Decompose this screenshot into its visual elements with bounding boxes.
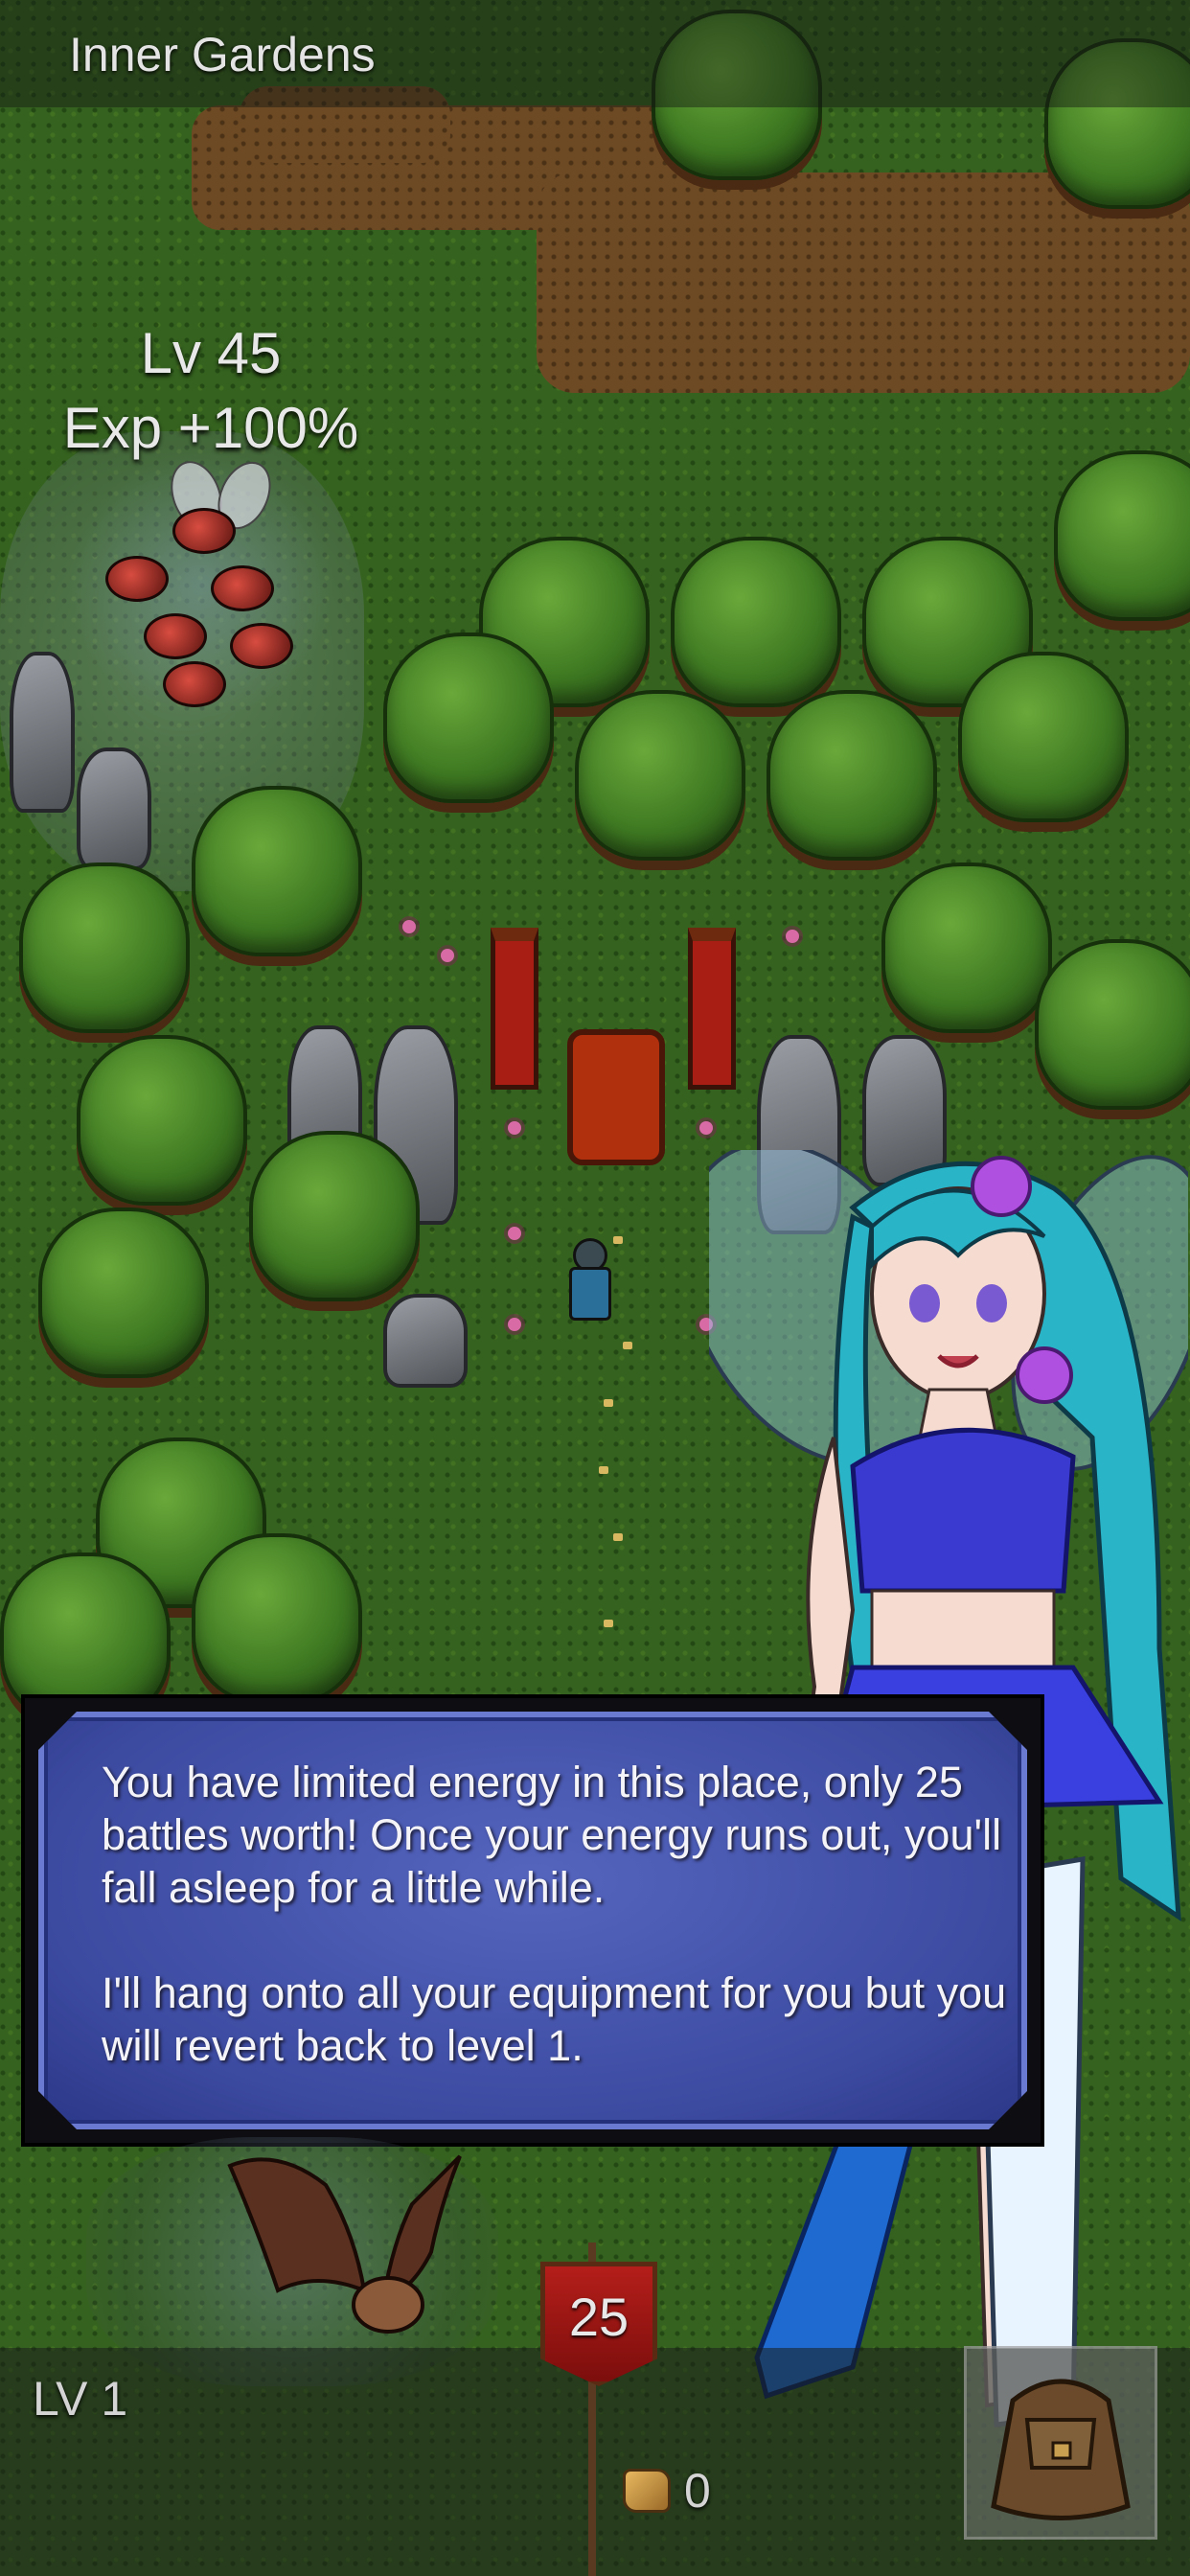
rock xyxy=(10,652,75,813)
tree xyxy=(383,632,554,803)
dialog-box[interactable]: You have limited energy in this place, o… xyxy=(21,1694,1044,2147)
footprint xyxy=(613,1533,623,1541)
tree xyxy=(77,1035,247,1206)
banner-post xyxy=(688,928,736,1090)
wasp xyxy=(105,556,169,602)
wasp xyxy=(172,508,236,554)
player-level: LV 1 xyxy=(33,2372,128,2426)
tree xyxy=(19,862,190,1033)
tree xyxy=(958,652,1129,822)
energy-count: 25 xyxy=(568,2287,629,2347)
shrine-altar[interactable] xyxy=(567,1029,665,1165)
banner-post xyxy=(491,928,538,1090)
wasp xyxy=(163,661,226,707)
flower xyxy=(699,1121,713,1135)
player-character xyxy=(563,1238,611,1324)
rock xyxy=(383,1294,468,1388)
area-title: Inner Gardens xyxy=(69,28,376,81)
flower xyxy=(786,930,799,943)
tree xyxy=(192,786,362,956)
gold-count: 0 xyxy=(684,2464,711,2518)
footprint xyxy=(604,1620,613,1627)
tree xyxy=(767,690,937,861)
top-bar: Inner Gardens xyxy=(0,0,1190,107)
rock xyxy=(77,748,151,870)
wasp xyxy=(230,623,293,669)
tree xyxy=(671,537,841,707)
player-body xyxy=(569,1267,611,1321)
dialog-paragraph: You have limited energy in this place, o… xyxy=(102,1758,1002,1912)
enemy-wasp-swarm[interactable] xyxy=(67,450,335,719)
enemy-level: Lv 45 xyxy=(140,321,282,385)
tree xyxy=(1054,450,1190,621)
dialog-text: You have limited energy in this place, o… xyxy=(102,1756,1021,2125)
footprint xyxy=(604,1399,613,1407)
inventory-button[interactable] xyxy=(964,2346,1157,2540)
wasp xyxy=(211,565,274,611)
footprint xyxy=(623,1342,632,1349)
flower xyxy=(402,920,416,933)
flower xyxy=(508,1318,521,1331)
footprint xyxy=(599,1466,608,1474)
tree xyxy=(881,862,1052,1033)
gold-counter: 0 xyxy=(623,2463,711,2518)
gold-pouch-icon xyxy=(623,2469,671,2513)
dialog-paragraph: I'll hang onto all your equipment for yo… xyxy=(102,1968,1007,2070)
backpack-icon xyxy=(991,2379,1131,2520)
flower xyxy=(441,949,454,962)
tree xyxy=(249,1131,420,1301)
tree xyxy=(38,1208,209,1378)
enemy-info: Lv 45 Exp +100% xyxy=(29,316,393,466)
tree xyxy=(192,1533,362,1704)
wasp xyxy=(144,613,207,659)
flower xyxy=(508,1121,521,1135)
tree xyxy=(575,690,745,861)
flower xyxy=(508,1227,521,1240)
dialog-panel: You have limited energy in this place, o… xyxy=(38,1712,1027,2129)
tree xyxy=(1035,939,1190,1110)
enemy-bat[interactable] xyxy=(220,2147,469,2358)
footprint xyxy=(613,1236,623,1244)
